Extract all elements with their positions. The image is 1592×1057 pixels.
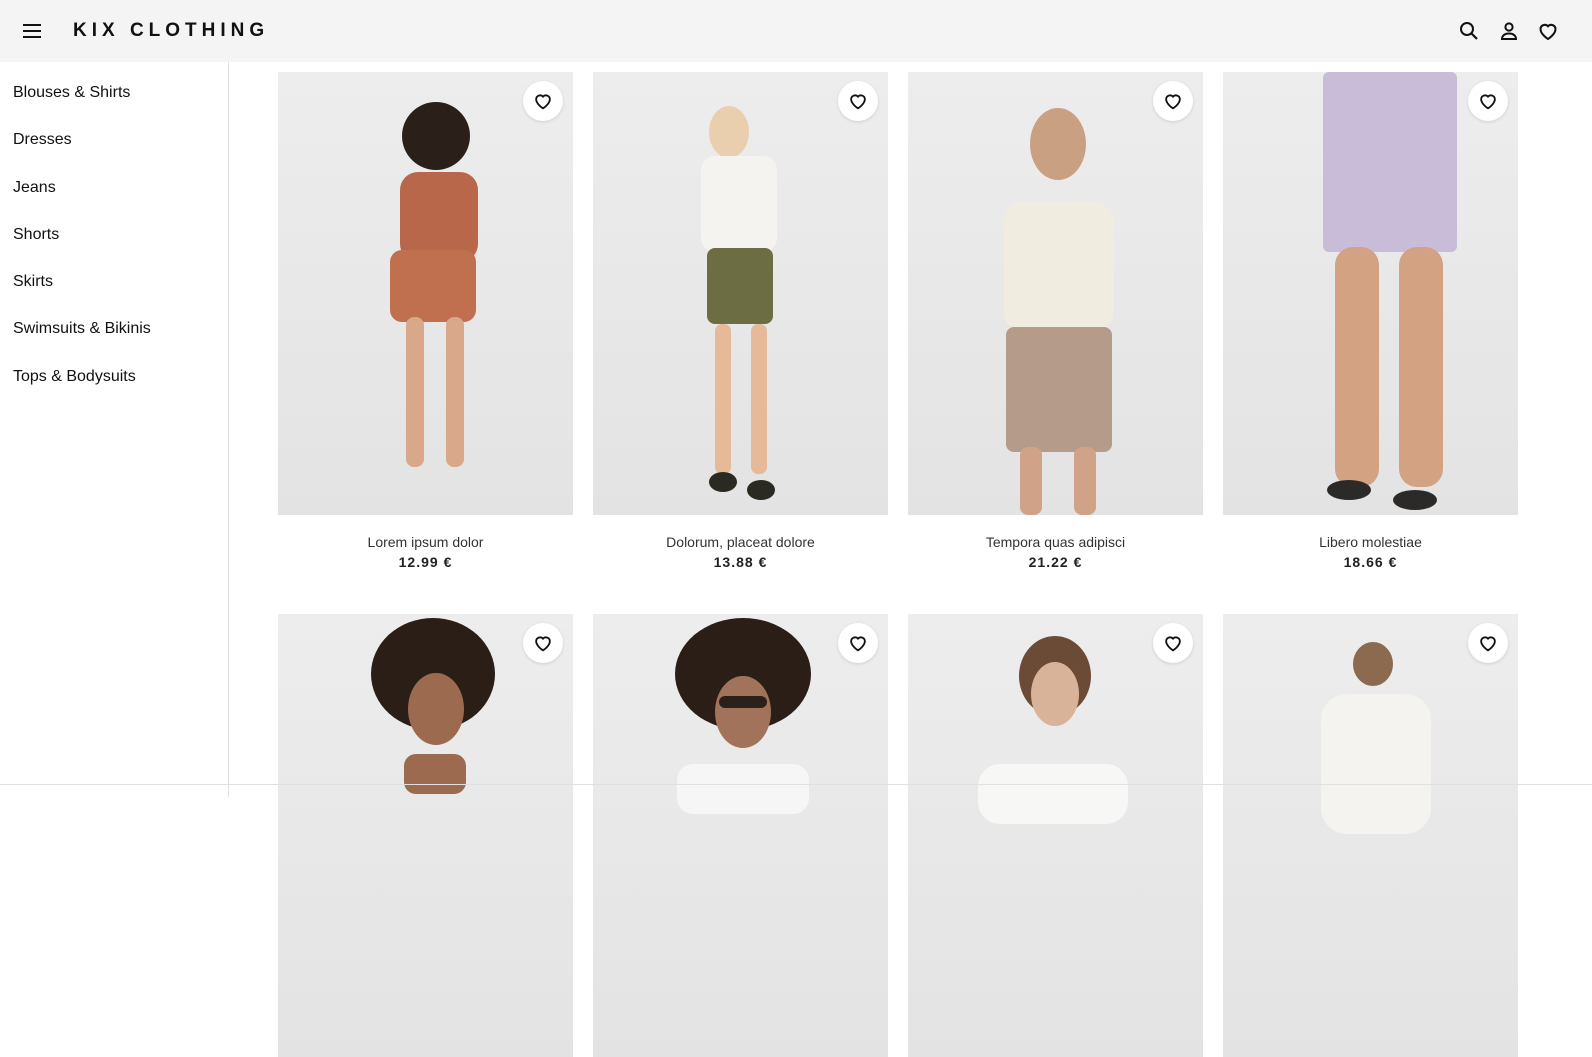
product-image[interactable] — [1223, 72, 1518, 515]
product-image[interactable] — [1223, 614, 1518, 1057]
heart-icon — [535, 94, 551, 110]
sidebar-item-swimsuits-bikinis[interactable]: Swimsuits & Bikinis — [0, 314, 228, 361]
heart-icon — [850, 636, 866, 652]
product-image[interactable] — [593, 72, 888, 515]
product-price: 13.88 € — [713, 554, 768, 570]
heart-icon — [1480, 94, 1496, 110]
product-image[interactable] — [278, 72, 573, 515]
product-title[interactable]: Libero molestiae — [1223, 534, 1518, 550]
heart-icon — [1165, 636, 1181, 652]
sidebar-item-dresses[interactable]: Dresses — [0, 125, 228, 172]
product-image[interactable] — [593, 614, 888, 1057]
heart-icon — [1480, 636, 1496, 652]
product-title[interactable]: Lorem ipsum dolor — [278, 534, 573, 550]
product-price: 18.66 € — [1343, 554, 1398, 570]
menu-icon[interactable] — [20, 19, 44, 43]
sidebar-item-jeans[interactable]: Jeans — [0, 173, 228, 220]
sidebar-item-skirts[interactable]: Skirts — [0, 267, 228, 314]
favorite-button[interactable] — [1153, 81, 1193, 121]
heart-icon — [535, 636, 551, 652]
product-image[interactable] — [278, 614, 573, 1057]
category-sidebar: Blouses & Shirts Dresses Jeans Shorts Sk… — [0, 62, 229, 797]
heart-icon — [850, 94, 866, 110]
wishlist-heart-icon[interactable] — [1536, 19, 1560, 43]
favorite-button[interactable] — [1468, 623, 1508, 663]
favorite-button[interactable] — [1468, 81, 1508, 121]
product-price: 12.99 € — [398, 554, 453, 570]
product-image[interactable] — [908, 72, 1203, 515]
product-title[interactable]: Dolorum, placeat dolore — [593, 534, 888, 550]
favorite-button[interactable] — [523, 81, 563, 121]
top-bar: KIX CLOTHING — [0, 0, 1592, 62]
favorite-button[interactable] — [523, 623, 563, 663]
sidebar-item-shorts[interactable]: Shorts — [0, 220, 228, 267]
search-icon[interactable] — [1457, 19, 1481, 43]
sidebar-item-tops-bodysuits[interactable]: Tops & Bodysuits — [0, 362, 228, 409]
sidebar-item-blouses-shirts[interactable]: Blouses & Shirts — [0, 78, 228, 125]
product-title[interactable]: Tempora quas adipisci — [908, 534, 1203, 550]
heart-icon — [1165, 94, 1181, 110]
brand-logo[interactable]: KIX CLOTHING — [73, 19, 269, 43]
favorite-button[interactable] — [1153, 623, 1193, 663]
account-icon[interactable] — [1497, 19, 1521, 43]
bottom-divider — [0, 784, 1592, 785]
product-image[interactable] — [908, 614, 1203, 1057]
category-list: Blouses & Shirts Dresses Jeans Shorts Sk… — [0, 62, 228, 409]
favorite-button[interactable] — [838, 623, 878, 663]
favorite-button[interactable] — [838, 81, 878, 121]
product-price: 21.22 € — [1028, 554, 1083, 570]
